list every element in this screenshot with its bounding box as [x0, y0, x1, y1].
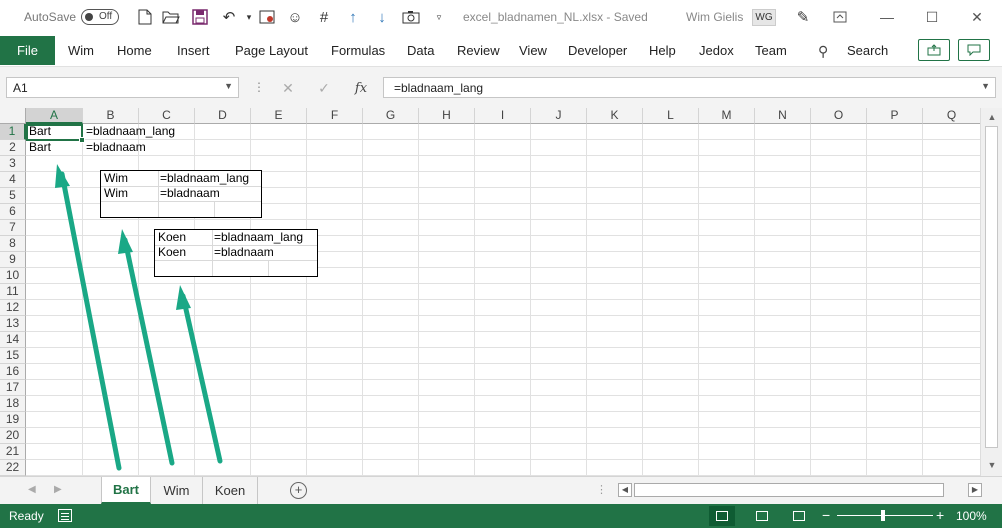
zoom-in-button[interactable]: + — [936, 507, 944, 523]
arrow-bart — [59, 171, 122, 471]
arrowhead-bart — [55, 164, 70, 188]
zoom-level[interactable]: 100% — [956, 509, 987, 523]
scroll-right-icon[interactable]: ▶ — [968, 483, 982, 497]
horizontal-scrollbar[interactable]: ◀ ▶ — [618, 483, 982, 498]
sheet-tab-koen[interactable]: Koen — [203, 477, 258, 504]
normal-view-button[interactable] — [709, 506, 735, 526]
zoom-slider-thumb[interactable] — [881, 510, 885, 521]
page-break-view-button[interactable] — [786, 506, 812, 526]
status-bar: Ready − + 100% — [0, 504, 1002, 528]
sheet-tab-wim[interactable]: Wim — [151, 477, 203, 504]
zoom-out-button[interactable]: − — [822, 507, 830, 523]
prev-sheet-icon[interactable]: ◀ — [28, 484, 36, 495]
sheet-tabs-bar: ◀ ▶ Bart Wim Koen + ⋮ ◀ ▶ — [0, 476, 1002, 504]
sheet-tab-bart[interactable]: Bart — [101, 477, 151, 504]
page-layout-icon — [756, 511, 768, 521]
page-break-icon — [793, 511, 805, 521]
page-layout-view-button[interactable] — [749, 506, 775, 526]
arrow-koen — [180, 293, 223, 464]
horizontal-scroll-thumb[interactable] — [634, 483, 944, 497]
status-ready: Ready — [9, 509, 44, 523]
add-sheet-icon[interactable]: + — [290, 482, 307, 499]
tab-splitter-icon[interactable]: ⋮ — [596, 483, 607, 496]
arrow-wim — [122, 237, 175, 466]
scroll-left-icon[interactable]: ◀ — [618, 483, 632, 497]
arrowhead-koen — [176, 285, 191, 310]
arrowhead-wim — [118, 229, 133, 254]
annotation-arrows — [55, 164, 223, 471]
next-sheet-icon[interactable]: ▶ — [54, 484, 62, 495]
grid-view-icon — [716, 511, 728, 521]
excel-window: AutoSave Off ↶ ▾ ☺ # ↑ ↓ ▿ excel_bladnam… — [0, 0, 1002, 528]
macro-status-icon[interactable] — [58, 509, 72, 522]
zoom-slider[interactable] — [837, 515, 933, 516]
